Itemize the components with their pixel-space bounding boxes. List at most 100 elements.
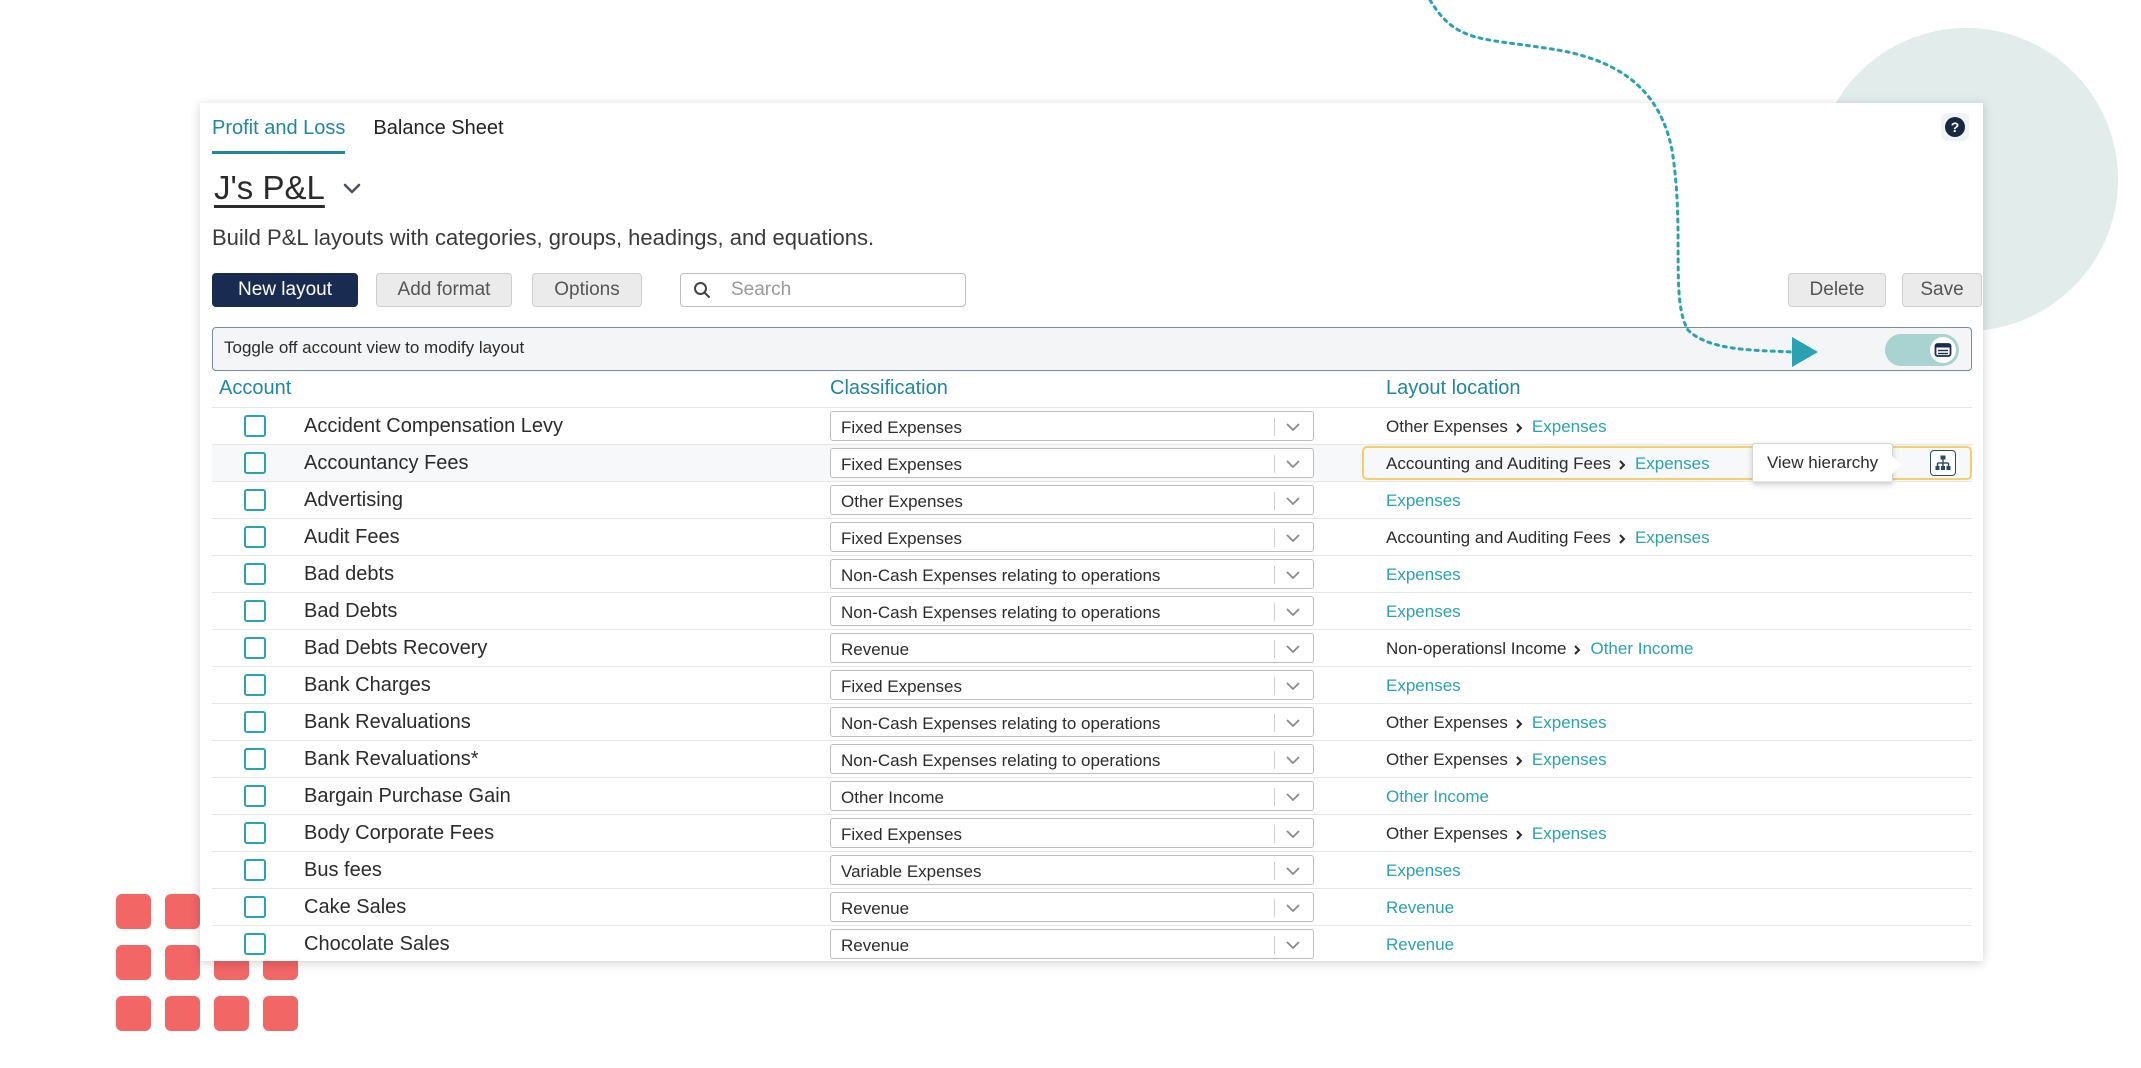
layout-location: Expenses bbox=[1386, 861, 1461, 881]
table-row: Cake Sales Revenue Revenue bbox=[212, 888, 1972, 925]
layout-location: Other Expenses Expenses bbox=[1386, 750, 1607, 770]
classification-select[interactable]: Fixed Expenses bbox=[830, 448, 1314, 478]
classification-value: Other Income bbox=[841, 788, 944, 807]
add-format-button[interactable]: Add format bbox=[376, 273, 512, 307]
table-header: Account Classification Layout location bbox=[200, 373, 1983, 403]
classification-select[interactable]: Fixed Expenses bbox=[830, 411, 1314, 441]
select-divider bbox=[1274, 603, 1275, 621]
location-link[interactable]: Expenses bbox=[1386, 676, 1461, 695]
classification-select[interactable]: Other Income bbox=[830, 781, 1314, 811]
location-link[interactable]: Expenses bbox=[1386, 491, 1461, 510]
table-row: Bad debts Non-Cash Expenses relating to o… bbox=[212, 555, 1972, 592]
column-header-account: Account bbox=[219, 377, 292, 399]
classification-value: Fixed Expenses bbox=[841, 825, 962, 844]
location-link[interactable]: Expenses bbox=[1386, 602, 1461, 621]
tab-bar: Profit and Loss Balance Sheet bbox=[212, 114, 504, 154]
help-button[interactable]: ? bbox=[1941, 113, 1969, 141]
location-link[interactable]: Other Income bbox=[1590, 639, 1693, 658]
classification-value: Non-Cash Expenses relating to operations bbox=[841, 751, 1161, 770]
chevron-down-icon bbox=[1286, 793, 1300, 802]
row-checkbox[interactable] bbox=[244, 637, 266, 659]
location-link[interactable]: Expenses bbox=[1386, 861, 1461, 880]
classification-select[interactable]: Non-Cash Expenses relating to operations bbox=[830, 707, 1314, 737]
classification-select[interactable]: Non-Cash Expenses relating to operations bbox=[830, 596, 1314, 626]
row-checkbox[interactable] bbox=[244, 711, 266, 733]
chevron-down-icon bbox=[1286, 867, 1300, 876]
layout-location: Other Expenses Expenses bbox=[1386, 417, 1607, 437]
select-divider bbox=[1274, 899, 1275, 917]
table-row: Bank Revaluations* Non-Cash Expenses rela… bbox=[212, 740, 1972, 777]
row-checkbox[interactable] bbox=[244, 600, 266, 622]
classification-select[interactable]: Revenue bbox=[830, 892, 1314, 922]
tab-profit-and-loss[interactable]: Profit and Loss bbox=[212, 114, 346, 154]
row-checkbox[interactable] bbox=[244, 674, 266, 696]
tab-balance-sheet[interactable]: Balance Sheet bbox=[373, 114, 503, 154]
account-name: Bus fees bbox=[304, 859, 382, 881]
chevron-down-icon bbox=[1286, 571, 1300, 580]
new-layout-button[interactable]: New layout bbox=[212, 273, 358, 307]
classification-value: Fixed Expenses bbox=[841, 455, 962, 474]
classification-select[interactable]: Fixed Expenses bbox=[830, 818, 1314, 848]
row-checkbox[interactable] bbox=[244, 489, 266, 511]
classification-value: Other Expenses bbox=[841, 492, 963, 511]
location-link[interactable]: Expenses bbox=[1386, 565, 1461, 584]
delete-button[interactable]: Delete bbox=[1788, 273, 1886, 307]
row-checkbox[interactable] bbox=[244, 822, 266, 844]
classification-select[interactable]: Fixed Expenses bbox=[830, 670, 1314, 700]
chevron-down-icon[interactable] bbox=[341, 177, 363, 199]
classification-select[interactable]: Non-Cash Expenses relating to operations bbox=[830, 744, 1314, 774]
classification-select[interactable]: Other Expenses bbox=[830, 485, 1314, 515]
location-link[interactable]: Expenses bbox=[1532, 417, 1607, 436]
chevron-down-icon bbox=[1286, 460, 1300, 469]
classification-value: Variable Expenses bbox=[841, 862, 982, 881]
layout-location: Expenses bbox=[1386, 602, 1461, 622]
select-divider bbox=[1274, 825, 1275, 843]
table-row: Bank Revaluations Non-Cash Expenses relat… bbox=[212, 703, 1972, 740]
account-name: Accident Compensation Levy bbox=[304, 415, 564, 437]
location-link[interactable]: Expenses bbox=[1532, 750, 1607, 769]
layout-title[interactable]: J's P&L bbox=[214, 169, 325, 207]
account-view-toggle[interactable] bbox=[1885, 334, 1959, 366]
location-link[interactable]: Revenue bbox=[1386, 898, 1454, 917]
classification-select[interactable]: Fixed Expenses bbox=[830, 522, 1314, 552]
search-field[interactable] bbox=[680, 273, 966, 307]
location-link[interactable]: Other Income bbox=[1386, 787, 1489, 806]
row-checkbox[interactable] bbox=[244, 859, 266, 881]
chevron-down-icon bbox=[1286, 719, 1300, 728]
location-parent: Other Expenses bbox=[1386, 713, 1508, 732]
location-link[interactable]: Revenue bbox=[1386, 935, 1454, 954]
row-checkbox[interactable] bbox=[244, 563, 266, 585]
row-checkbox[interactable] bbox=[244, 452, 266, 474]
select-divider bbox=[1274, 492, 1275, 510]
location-link[interactable]: Expenses bbox=[1532, 824, 1607, 843]
layout-selector[interactable]: J's P&L bbox=[214, 169, 363, 207]
location-link[interactable]: Expenses bbox=[1532, 713, 1607, 732]
toolbar: New layout Add format Options Delete Sav… bbox=[212, 273, 1982, 309]
chevron-down-icon bbox=[1286, 756, 1300, 765]
row-checkbox[interactable] bbox=[244, 785, 266, 807]
classification-select[interactable]: Revenue bbox=[830, 929, 1314, 959]
classification-value: Non-Cash Expenses relating to operations bbox=[841, 603, 1161, 622]
row-checkbox[interactable] bbox=[244, 896, 266, 918]
classification-select[interactable]: Revenue bbox=[830, 633, 1314, 663]
table-row: Bad Debts Non-Cash Expenses relating to o… bbox=[212, 592, 1972, 629]
classification-select[interactable]: Non-Cash Expenses relating to operations bbox=[830, 559, 1314, 589]
row-checkbox[interactable] bbox=[244, 526, 266, 548]
save-button[interactable]: Save bbox=[1902, 273, 1982, 307]
row-checkbox[interactable] bbox=[244, 933, 266, 955]
column-header-layout-location: Layout location bbox=[1386, 377, 1521, 399]
classification-select[interactable]: Variable Expenses bbox=[830, 855, 1314, 885]
location-link[interactable]: Expenses bbox=[1635, 528, 1710, 547]
location-parent: Non-operationsl Income bbox=[1386, 639, 1567, 658]
chevron-right-icon bbox=[1516, 829, 1523, 840]
toggle-knob bbox=[1930, 337, 1956, 363]
view-hierarchy-button[interactable] bbox=[1930, 450, 1956, 476]
options-button[interactable]: Options bbox=[532, 273, 642, 307]
select-divider bbox=[1274, 529, 1275, 547]
chevron-right-icon bbox=[1516, 718, 1523, 729]
row-checkbox[interactable] bbox=[244, 748, 266, 770]
search-input[interactable] bbox=[729, 278, 953, 302]
row-checkbox[interactable] bbox=[244, 415, 266, 437]
account-view-bar: Toggle off account view to modify layout bbox=[212, 327, 1972, 371]
table-row: Accident Compensation Levy Fixed Expenses… bbox=[212, 407, 1972, 444]
